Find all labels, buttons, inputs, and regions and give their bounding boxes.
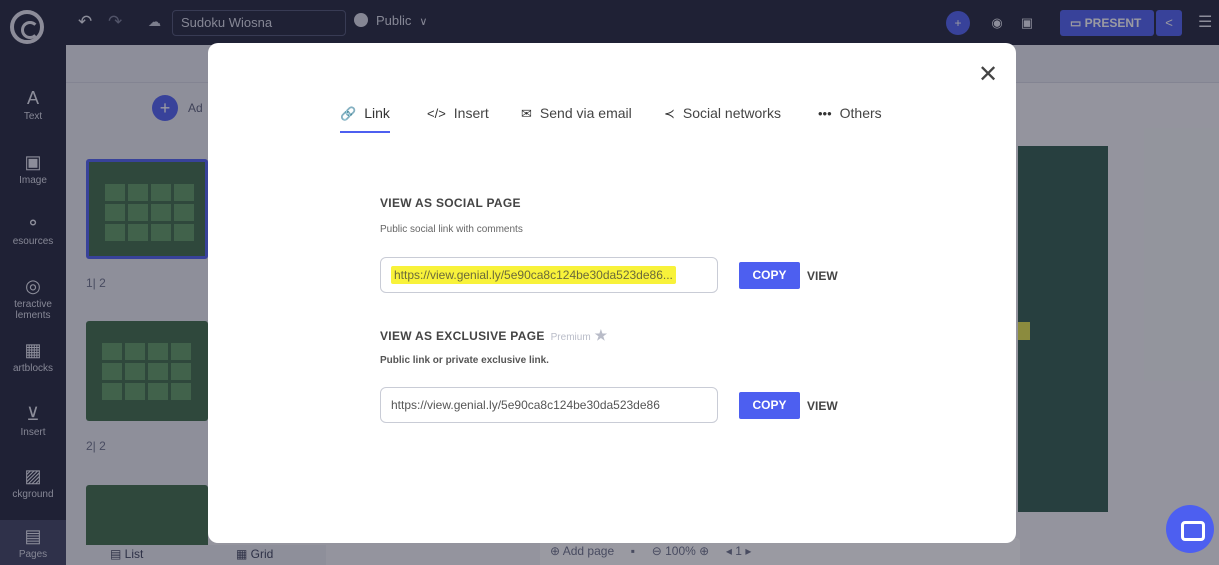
exclusive-page-title: VIEW AS EXCLUSIVE PAGE — [380, 329, 545, 343]
link-icon: 🔗 — [340, 106, 357, 121]
close-icon[interactable]: ✕ — [978, 63, 998, 87]
tab-send-via-email[interactable]: ✉ Send via email — [521, 105, 632, 133]
code-icon: </> — [427, 106, 446, 121]
tab-label: Send via email — [539, 105, 632, 121]
view-social-page-link[interactable]: VIEW — [807, 269, 838, 283]
tab-label: Social networks — [682, 105, 781, 121]
tab-social-networks[interactable]: ≺ Social networks — [664, 105, 781, 133]
tab-label: Insert — [453, 105, 489, 121]
email-icon: ✉ — [521, 106, 532, 121]
tab-label: Link — [364, 105, 390, 121]
star-icon: ★ — [594, 327, 608, 343]
more-icon: ••• — [818, 106, 832, 121]
copy-exclusive-link-button[interactable]: COPY — [739, 392, 800, 419]
tab-insert[interactable]: </> Insert — [427, 105, 489, 133]
copy-social-link-button[interactable]: COPY — [739, 262, 800, 289]
social-page-title: VIEW AS SOCIAL PAGE — [380, 196, 521, 210]
social-link-url: https://view.genial.ly/5e90ca8c124be30da… — [391, 266, 676, 284]
exclusive-page-subtitle: Public link or private exclusive link. — [380, 355, 549, 366]
social-link-field[interactable]: https://view.genial.ly/5e90ca8c124be30da… — [380, 257, 718, 293]
exclusive-page-heading: VIEW AS EXCLUSIVE PAGE Premium ★ — [380, 327, 608, 344]
view-exclusive-page-link[interactable]: VIEW — [807, 399, 838, 413]
tab-link[interactable]: 🔗 Link — [340, 105, 390, 133]
exclusive-link-url: https://view.genial.ly/5e90ca8c124be30da… — [391, 398, 660, 412]
exclusive-link-field[interactable]: https://view.genial.ly/5e90ca8c124be30da… — [380, 387, 718, 423]
share-icon: ≺ — [664, 106, 675, 121]
tab-label: Others — [839, 105, 882, 121]
chat-support-icon[interactable] — [1166, 505, 1214, 553]
premium-badge: Premium — [550, 332, 591, 343]
tab-others[interactable]: ••• Others — [818, 105, 882, 133]
social-page-subtitle: Public social link with comments — [380, 224, 523, 235]
share-modal: ✕ 🔗 Link </> Insert ✉ Send via email ≺ Socia… — [208, 43, 1016, 543]
